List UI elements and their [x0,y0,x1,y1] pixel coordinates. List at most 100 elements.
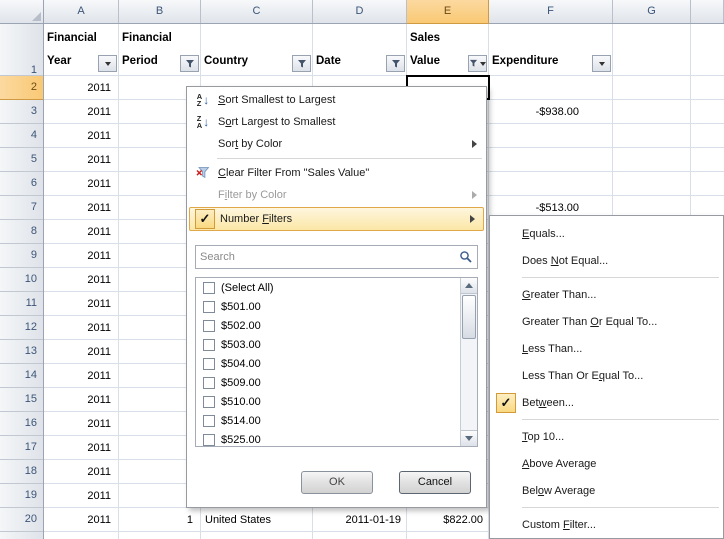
row-header-18[interactable]: 18 [0,460,43,484]
cell-d20[interactable]: 2011-01-19 [313,508,407,532]
cell-b20[interactable]: 1 [119,508,201,532]
select-all-corner[interactable] [0,0,44,23]
column-header-d[interactable]: D [313,0,407,23]
filter-dropdown-button-year[interactable] [98,55,117,72]
submenu-item-does-not-equal[interactable]: Does Not Equal... [490,247,723,274]
scroll-up-button[interactable] [461,278,477,294]
row-header-11[interactable]: 11 [0,292,43,316]
cell-a17[interactable]: 2011 [44,436,119,460]
cell-e20[interactable]: $822.00 [407,508,489,532]
menu-item-filter-by-color[interactable]: Filter by Color [188,184,485,206]
menu-item-number-filters[interactable]: ✓ Number Filters [189,207,484,231]
submenu-item-equals[interactable]: Equals... [490,220,723,247]
filter-value-item[interactable]: $510.00 [196,392,477,411]
row-header-8[interactable]: 8 [0,220,43,244]
column-header-b[interactable]: B [119,0,201,23]
header-cell-expenditure[interactable]: Expenditure [489,24,613,76]
menu-item-sort-smallest-to-largest[interactable]: AZ↓ Sort Smallest to Largest [188,89,485,111]
filter-dropdown-button-sales-value[interactable] [468,55,487,72]
filter-dropdown-button-country[interactable] [292,55,311,72]
submenu-item-custom-filter[interactable]: Custom Filter... [490,511,723,538]
menu-item-clear-filter[interactable]: Clear Filter From "Sales Value" [188,162,485,184]
filter-value-item[interactable]: $502.00 [196,316,477,335]
submenu-item-greater-than-or-equal[interactable]: Greater Than Or Equal To... [490,308,723,335]
cell-c20[interactable]: United States [201,508,313,532]
cell-a9[interactable]: 2011 [44,244,119,268]
column-header-a[interactable]: A [44,0,119,23]
row-header-2[interactable]: 2 [0,76,43,100]
row-header-13[interactable]: 13 [0,340,43,364]
menu-item-sort-by-color[interactable]: Sort by Color [188,133,485,155]
cell-a13[interactable]: 2011 [44,340,119,364]
filter-dropdown-button-date[interactable] [386,55,405,72]
row-header-14[interactable]: 14 [0,364,43,388]
column-header-f[interactable]: F [489,0,613,23]
search-icon[interactable] [459,250,473,264]
row-header-4[interactable]: 4 [0,124,43,148]
cell-a3[interactable]: 2011 [44,100,119,124]
header-cell-date[interactable]: Date [313,24,407,76]
filter-value-item[interactable]: $501.00 [196,297,477,316]
cell-a6[interactable]: 2011 [44,172,119,196]
submenu-item-top-10[interactable]: Top 10... [490,423,723,450]
list-scrollbar[interactable] [460,278,477,446]
row-header-7[interactable]: 7 [0,196,43,220]
filter-value-item[interactable]: $525.00 [196,430,477,447]
column-header-c[interactable]: C [201,0,313,23]
cell-a18[interactable]: 2011 [44,460,119,484]
row-header-6[interactable]: 6 [0,172,43,196]
cell-a19[interactable]: 2011 [44,484,119,508]
cell-a16[interactable]: 2011 [44,412,119,436]
cell-a15[interactable]: 2011 [44,388,119,412]
menu-item-sort-largest-to-smallest[interactable]: ZA↓ Sort Largest to Smallest [188,111,485,133]
header-cell-financial-period[interactable]: Financial Period [119,24,201,76]
submenu-item-less-than[interactable]: Less Than... [490,335,723,362]
header-cell-country[interactable]: Country [201,24,313,76]
cell-a5[interactable]: 2011 [44,148,119,172]
submenu-item-above-average[interactable]: Above Average [490,450,723,477]
checkmark-icon: ✓ [490,393,522,413]
scroll-down-button[interactable] [461,430,477,446]
filter-value-item[interactable]: $514.00 [196,411,477,430]
submenu-item-below-average[interactable]: Below Average [490,477,723,504]
cell-f3[interactable]: -$938.00 [489,100,613,124]
column-header-stub[interactable] [691,0,724,23]
row-header-10[interactable]: 10 [0,268,43,292]
cancel-button[interactable]: Cancel [399,471,471,494]
submenu-item-less-than-or-equal[interactable]: Less Than Or Equal To... [490,362,723,389]
cell-a10[interactable]: 2011 [44,268,119,292]
column-header-e-selected[interactable]: E [407,0,489,24]
row-header-12[interactable]: 12 [0,316,43,340]
cell-a4[interactable]: 2011 [44,124,119,148]
cell-a8[interactable]: 2011 [44,220,119,244]
row-header-15[interactable]: 15 [0,388,43,412]
cell-a12[interactable]: 2011 [44,316,119,340]
submenu-item-between[interactable]: ✓ Between... [490,389,723,416]
filter-value-item[interactable]: $509.00 [196,373,477,392]
filter-value-item[interactable]: $503.00 [196,335,477,354]
submenu-item-greater-than[interactable]: Greater Than... [490,281,723,308]
column-header-g[interactable]: G [613,0,691,23]
cell-a20[interactable]: 2011 [44,508,119,532]
filter-value-select-all[interactable]: (Select All) [196,278,477,297]
scroll-thumb[interactable] [462,295,476,339]
search-input[interactable]: Search [195,245,478,269]
cell-a11[interactable]: 2011 [44,292,119,316]
filter-dropdown-button-expenditure[interactable] [592,55,611,72]
filter-dropdown-button-period[interactable] [180,55,199,72]
row-header-20[interactable]: 20 [0,508,43,532]
row-header-1[interactable]: 1 [0,24,43,76]
row-header-16[interactable]: 16 [0,412,43,436]
row-header-3[interactable]: 3 [0,100,43,124]
row-header-17[interactable]: 17 [0,436,43,460]
filter-value-item[interactable]: $504.00 [196,354,477,373]
cell-a2[interactable]: 2011 [44,76,119,100]
row-header-19[interactable]: 19 [0,484,43,508]
row-header-9[interactable]: 9 [0,244,43,268]
header-cell-sales-value[interactable]: Sales Value [407,24,489,76]
cell-a7[interactable]: 2011 [44,196,119,220]
row-header-5[interactable]: 5 [0,148,43,172]
ok-button[interactable]: OK [301,471,373,494]
header-cell-financial-year[interactable]: Financial Year [44,24,119,76]
cell-a14[interactable]: 2011 [44,364,119,388]
